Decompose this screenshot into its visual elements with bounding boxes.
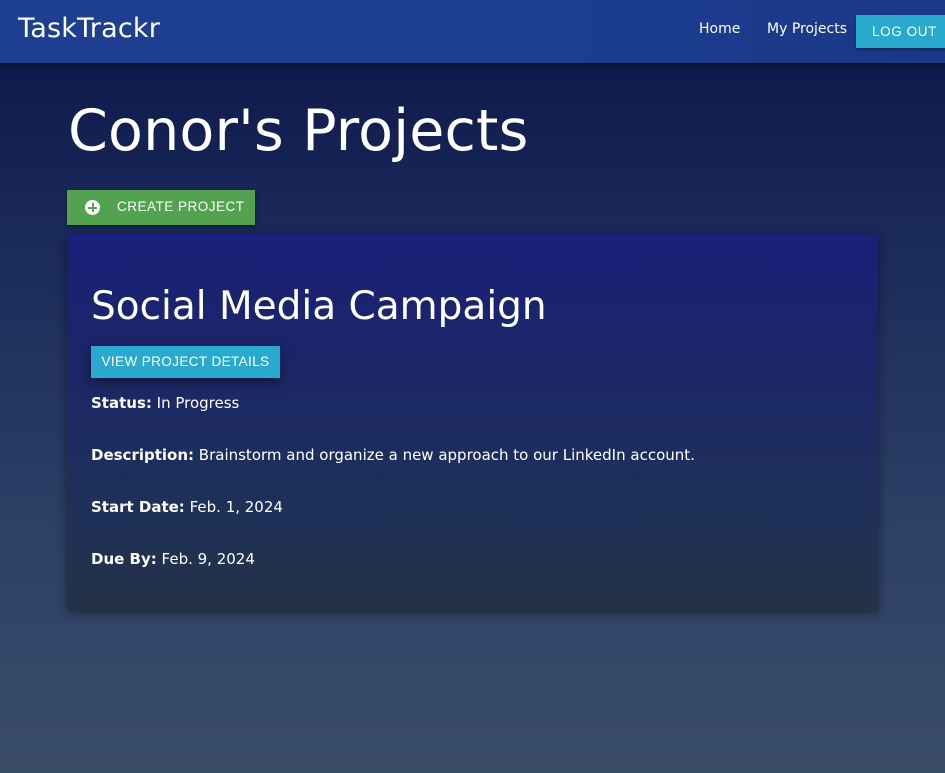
status-value: In Progress <box>156 394 240 412</box>
due-date-label: Due By: <box>91 550 157 568</box>
project-card: Social Media Campaign VIEW PROJECT DETAI… <box>67 234 878 611</box>
project-due-date: Due By: Feb. 9, 2024 <box>91 550 255 568</box>
description-value: Brainstorm and organize a new approach t… <box>198 446 695 464</box>
nav-link-home[interactable]: Home <box>699 21 740 37</box>
project-start-date: Start Date: Feb. 1, 2024 <box>91 498 283 516</box>
view-project-details-button[interactable]: VIEW PROJECT DETAILS <box>91 346 280 378</box>
project-status: Status: In Progress <box>91 394 239 412</box>
page-title: Conor's Projects <box>68 98 529 164</box>
project-title: Social Media Campaign <box>91 284 547 329</box>
start-date-value: Feb. 1, 2024 <box>189 498 283 516</box>
logout-button[interactable]: LOG OUT <box>856 15 945 48</box>
due-date-value: Feb. 9, 2024 <box>161 550 255 568</box>
project-description: Description: Brainstorm and organize a n… <box>91 446 695 464</box>
plus-circle-icon <box>85 200 100 215</box>
start-date-label: Start Date: <box>91 498 185 516</box>
nav-link-my-projects[interactable]: My Projects <box>767 21 847 37</box>
create-project-label: CREATE PROJECT <box>117 199 245 214</box>
status-label: Status: <box>91 394 152 412</box>
create-project-button[interactable]: CREATE PROJECT <box>67 190 255 225</box>
description-label: Description: <box>91 446 195 464</box>
top-navbar: TaskTrackr Home My Projects LOG OUT <box>0 0 945 63</box>
brand-logo[interactable]: TaskTrackr <box>18 13 160 44</box>
